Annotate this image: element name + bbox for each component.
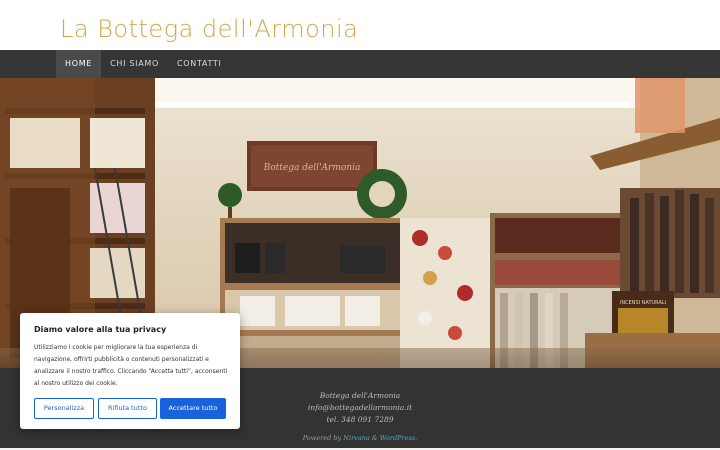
site-title[interactable]: La Bottega dell'Armonia — [60, 16, 358, 43]
cookie-description: Utilizziamo i cookie per migliorare la t… — [34, 344, 228, 387]
reject-all-cookies-button[interactable]: Rifiuta tutto — [98, 398, 157, 419]
main-navigation: HOME CHI SIAMO CONTATTI — [0, 50, 720, 78]
cookie-title: Diamo valore alla tua privacy — [34, 325, 167, 334]
powered-separator: & — [371, 434, 378, 442]
wordpress-link[interactable]: WordPress. — [380, 434, 418, 442]
customize-cookies-button[interactable]: Personalizza — [34, 398, 94, 419]
accept-all-cookies-button[interactable]: Accettare tutto — [160, 398, 226, 419]
nav-menu: HOME CHI SIAMO CONTATTI — [56, 50, 231, 78]
site-header: La Bottega dell'Armonia — [0, 0, 720, 50]
powered-by: Powered by Nirvana & WordPress. — [0, 434, 720, 442]
shop-sign-text: Bottega dell'Armonia — [263, 163, 361, 173]
cookie-consent-banner: Diamo valore alla tua privacy Utilizziam… — [20, 313, 240, 429]
incense-sign-text: INCENSI NATURALI — [620, 300, 666, 306]
powered-prefix: Powered by — [302, 434, 342, 442]
nirvana-link[interactable]: Nirvana — [343, 434, 369, 442]
nav-item-contatti[interactable]: CONTATTI — [168, 50, 231, 78]
nav-item-chi-siamo[interactable]: CHI SIAMO — [101, 50, 168, 78]
nav-item-home[interactable]: HOME — [56, 50, 102, 78]
